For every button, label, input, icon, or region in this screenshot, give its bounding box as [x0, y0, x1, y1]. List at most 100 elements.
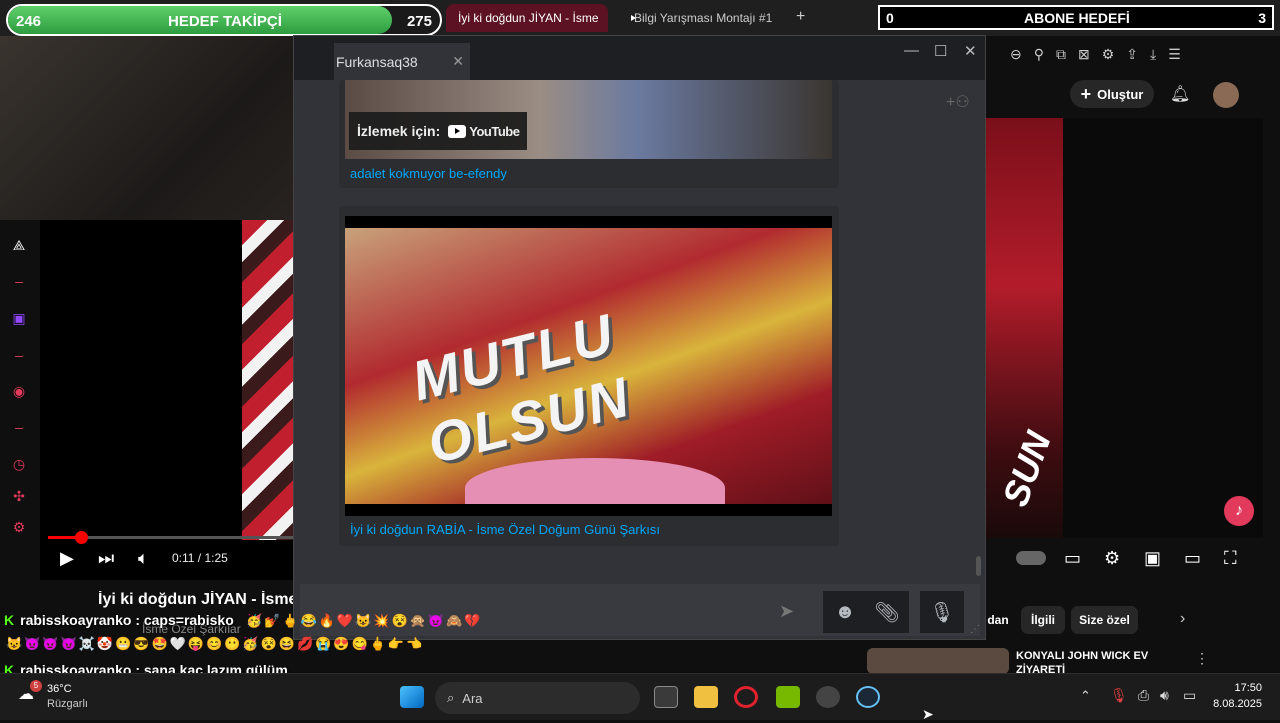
chat-window: Furkansaq38 ✕ — ☐ ✕ +⚇ İzlemek için: You…	[293, 35, 986, 640]
play-icon[interactable]: ▶	[60, 548, 74, 569]
bell-icon[interactable]: 🔔︎	[1170, 84, 1190, 104]
follow-current: 246	[16, 13, 42, 30]
battery-icon[interactable]: ▭	[1183, 687, 1196, 704]
pin-icon[interactable]: ⚲	[1034, 46, 1044, 63]
clock-icon[interactable]: ◷	[10, 455, 28, 473]
create-button[interactable]: + Oluştur	[1070, 80, 1154, 108]
chat-username: rabisskoayranko	[20, 612, 132, 628]
recommended-thumbnail[interactable]	[867, 648, 1009, 674]
steam-icon[interactable]	[856, 686, 880, 708]
attach-icon[interactable]: 📎︎	[865, 591, 909, 633]
chat-tab-title: Furkansaq38	[336, 53, 418, 70]
video-title: İyi ki doğdun JİYAN - İsme	[98, 591, 294, 608]
task-view-icon[interactable]	[654, 686, 678, 708]
chat-tab[interactable]: Furkansaq38 ✕	[334, 43, 470, 80]
new-tab-button[interactable]: +	[796, 8, 805, 26]
opera-gx-icon[interactable]	[734, 686, 758, 708]
file-explorer-icon[interactable]	[694, 686, 718, 708]
minimize-icon[interactable]: —	[904, 42, 919, 59]
art-text: MUTLU OLSUN	[405, 301, 637, 476]
stream-chat-line: Krabisskoayranko : caps=rabisko	[4, 612, 234, 628]
video-background	[1063, 118, 1263, 538]
zoom-icon[interactable]: ⊖	[1010, 46, 1022, 63]
message-link[interactable]: adalet kokmuyor be-efendy	[350, 166, 507, 181]
video-progress-bar[interactable]	[48, 531, 298, 544]
avatar[interactable]	[1213, 82, 1239, 108]
chevron-right-icon[interactable]: ›	[1180, 610, 1185, 628]
divider-icon: –	[15, 273, 23, 289]
emoji-row: 😺👿👿😈☠️🤡😬😎🤩🤍😝😊😶🥳😵😆💋😭😍😋🖕👉👈	[6, 636, 425, 651]
webcam-feed	[0, 36, 335, 220]
share-icon[interactable]: ⇪	[1126, 46, 1138, 63]
twitch-icon[interactable]: ▣	[10, 309, 28, 327]
birthday-art: MUTLU OLSUN	[345, 228, 832, 504]
youtube-logo-text: YouTube	[469, 123, 520, 139]
next-icon[interactable]: ⏭	[98, 548, 114, 569]
theater-icon[interactable]: ▭	[1184, 548, 1201, 569]
close-icon[interactable]: ✕	[964, 42, 977, 60]
extension-icon[interactable]: ⚙	[1102, 46, 1115, 63]
follow-label: HEDEF TAKİPÇİ	[168, 13, 282, 30]
follow-goal: 275	[406, 13, 432, 30]
tray-chevron-icon[interactable]: ⌃	[1080, 688, 1091, 704]
send-icon[interactable]: ➤	[779, 601, 794, 622]
progress-knob[interactable]	[74, 531, 88, 544]
youtube-icon	[448, 124, 467, 138]
menu-icon[interactable]: ☰	[1168, 46, 1181, 63]
divider-icon: –	[15, 419, 23, 435]
settings-icon[interactable]: ⚙	[10, 518, 28, 536]
recommended-title-1[interactable]: KONYALI JOHN WICK EV	[1016, 650, 1148, 662]
video-thumbnail[interactable]: İzlemek için: YouTube	[345, 80, 832, 159]
windows-start-icon[interactable]	[400, 686, 424, 708]
youtube-logo: YouTube	[448, 123, 520, 139]
video-frame-art	[242, 220, 295, 540]
watch-on-youtube[interactable]: İzlemek için: YouTube	[349, 112, 527, 150]
download-icon[interactable]: ⤓	[1150, 46, 1156, 63]
chip-partial[interactable]: dan	[984, 606, 1012, 634]
puzzle-icon[interactable]: ✣	[10, 487, 28, 505]
chip-for-you[interactable]: Size özel	[1071, 606, 1138, 634]
tab-label: Bilgi Yarışması Montajı #1	[634, 11, 773, 25]
search-icon: ⌕	[447, 690, 455, 705]
tab-active[interactable]: İyi ki doğdun JİYAN - İsme	[446, 4, 608, 32]
chat-titlebar: Furkansaq38 ✕ — ☐ ✕	[294, 36, 985, 80]
fullscreen-icon[interactable]: ⛶	[1224, 548, 1237, 569]
resize-grip-icon[interactable]: ⋰	[970, 624, 980, 635]
clock-time[interactable]: 17:50	[1222, 682, 1262, 694]
clock-date[interactable]: 8.08.2025	[1202, 698, 1262, 710]
volume-icon[interactable]: 🔈︎	[138, 548, 149, 569]
nvidia-icon[interactable]	[776, 686, 800, 708]
scrollbar[interactable]	[976, 556, 981, 576]
kick-icon[interactable]: ⟁	[10, 236, 28, 254]
volume-tray-icon[interactable]: 🔊︎	[1160, 687, 1169, 704]
app-icon[interactable]	[816, 686, 840, 708]
weather-temp: 36°C	[47, 683, 72, 695]
add-member-icon[interactable]: +⚇	[946, 92, 970, 112]
emoji-icon[interactable]: ☻	[823, 591, 867, 633]
subtitles-icon[interactable]: ▭	[1064, 548, 1081, 569]
sub-current: 0	[886, 10, 894, 26]
more-options-icon[interactable]: ⋮	[1195, 650, 1209, 667]
play-circle-icon[interactable]: ◉	[10, 382, 28, 400]
sub-goal: 3	[1258, 10, 1266, 26]
network-icon[interactable]: ⎙	[1138, 687, 1149, 704]
chip-related[interactable]: İlgili	[1021, 606, 1065, 634]
close-tab-icon[interactable]: ✕	[452, 53, 464, 70]
tab-label: İyi ki doğdun JİYAN - İsme	[458, 11, 599, 25]
mic-icon[interactable]: 🎙︎	[920, 591, 964, 633]
floating-action-icon[interactable]: ♪	[1224, 496, 1254, 526]
taskbar-search[interactable]: ⌕ Ara	[435, 682, 640, 714]
settings-gear-icon[interactable]: ⚙	[1104, 548, 1120, 569]
weather-desc: Rüzgarlı	[47, 698, 88, 710]
maximize-icon[interactable]: ☐	[934, 42, 947, 60]
close-square-icon[interactable]: ⊠	[1078, 46, 1090, 63]
browser-toolbar: ⊖ ⚲ ⧉ ⊠ ⚙ ⇪ ⤓ ☰	[1010, 46, 1181, 63]
miniplayer-icon[interactable]: ▣	[1144, 548, 1161, 569]
message-link[interactable]: İyi ki doğdun RABİA - İsme Özel Doğum Gü…	[350, 522, 660, 537]
crop-icon[interactable]: ⧉	[1056, 46, 1066, 63]
video-thumbnail[interactable]: MUTLU OLSUN	[345, 216, 832, 516]
tab-bilgi[interactable]: Bilgi Yarışması Montajı #1	[614, 4, 784, 32]
autoplay-toggle[interactable]	[1016, 551, 1046, 565]
microphone-icon[interactable]: 🎙︎	[1110, 687, 1128, 704]
video-player[interactable]	[40, 220, 295, 580]
